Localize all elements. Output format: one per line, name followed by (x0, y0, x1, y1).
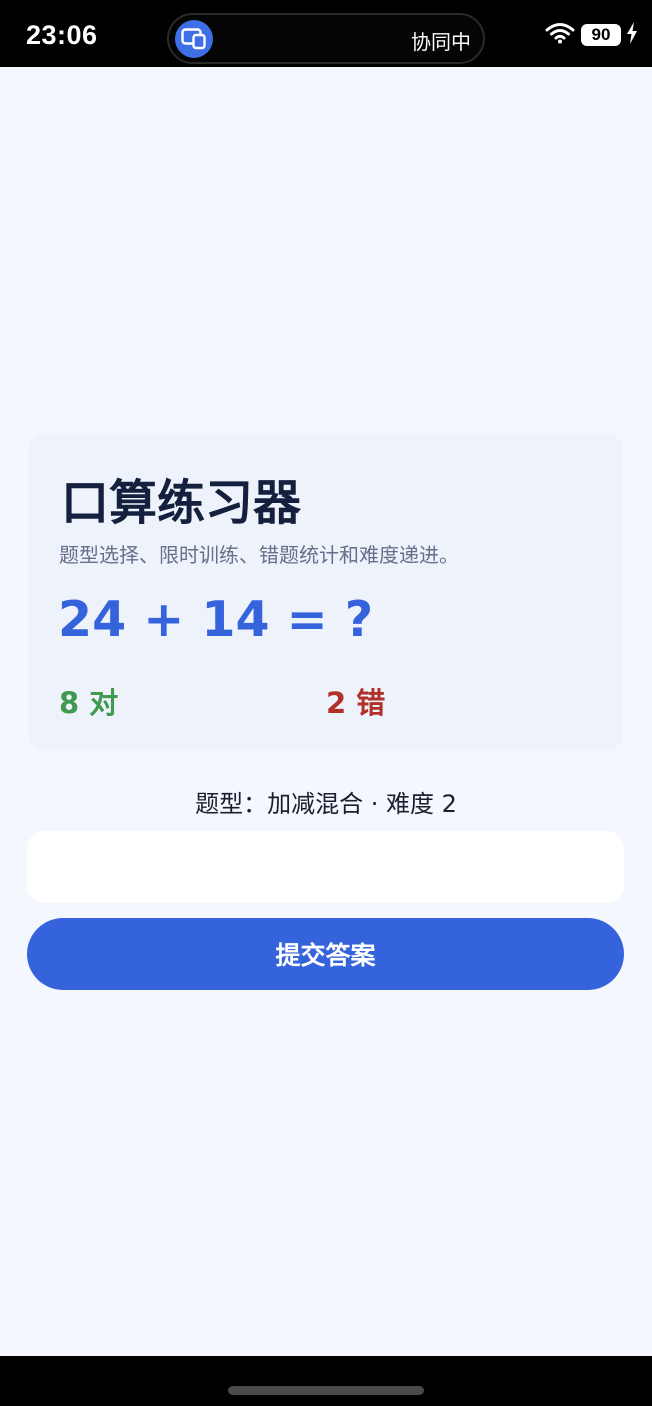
answer-input[interactable] (27, 831, 624, 903)
wrong-count: 2 错 (326, 686, 386, 720)
home-indicator[interactable] (228, 1386, 424, 1395)
battery-percent: 90 (591, 25, 611, 44)
question-text: 24 + 14 = ? (58, 591, 374, 648)
status-time: 23:06 (26, 20, 98, 50)
battery-level: 90 (581, 24, 621, 46)
app-title: 口算练习器 (61, 475, 302, 531)
submit-answer-button[interactable]: 提交答案 (27, 918, 624, 990)
battery-icon: 90 (581, 24, 621, 46)
app-subtitle: 题型选择、限时训练、错题统计和难度递进。 (59, 543, 459, 567)
wifi-icon (545, 22, 575, 48)
practice-card: 口算练习器 题型选择、限时训练、错题统计和难度递进。 24 + 14 = ? 8… (28, 433, 623, 751)
screen-share-icon[interactable] (175, 20, 213, 58)
mode-difficulty-info[interactable]: 题型：加减混合 · 难度 2 (0, 784, 652, 819)
system-nav-bar (0, 1356, 652, 1406)
collab-island[interactable]: 协同中 (167, 13, 485, 64)
charging-icon (626, 22, 638, 48)
status-bar: 23:06 协同中 90 (0, 0, 652, 67)
collab-status-text: 协同中 (411, 30, 471, 54)
status-icons: 90 (545, 22, 638, 48)
correct-count: 8 对 (59, 686, 119, 720)
